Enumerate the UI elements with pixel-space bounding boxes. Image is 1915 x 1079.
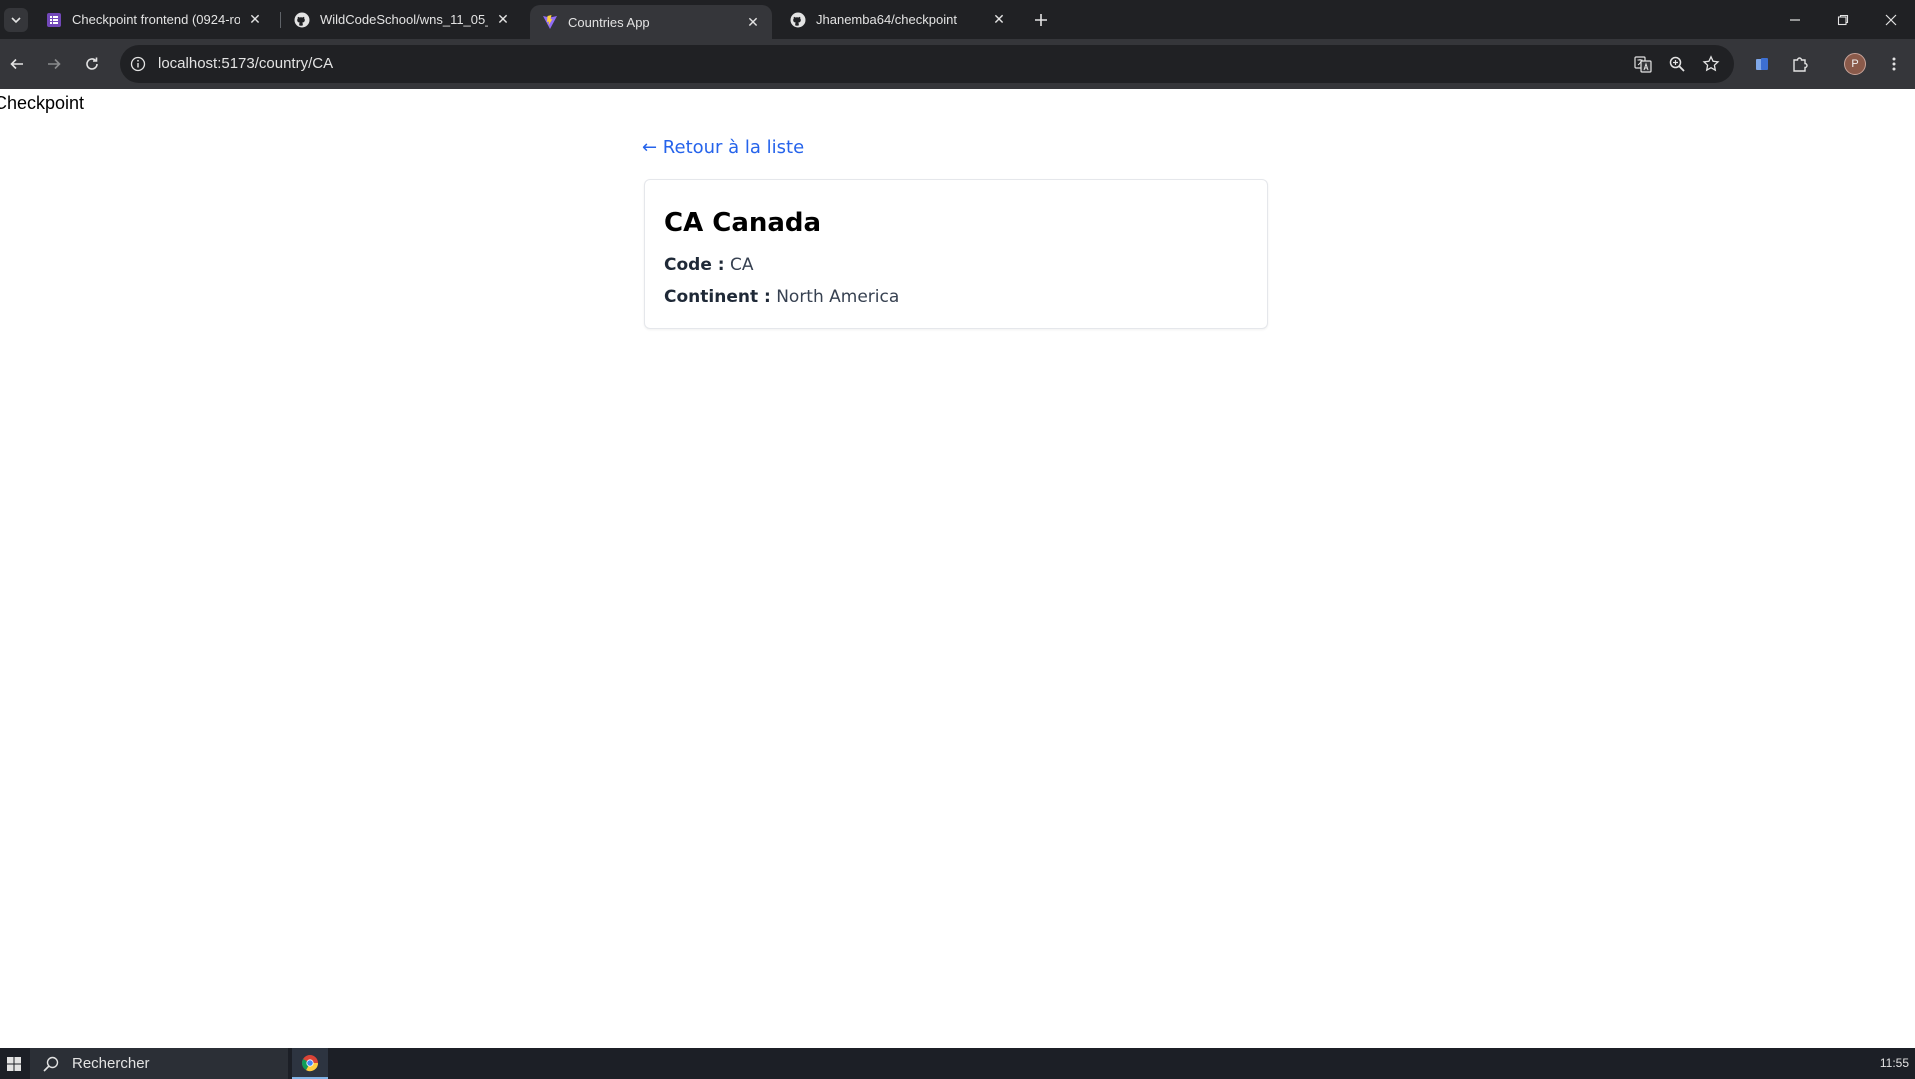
tab-jhanemba64-checkpoint[interactable]: Jhanemba64/checkpoint ✕ bbox=[778, 0, 1018, 39]
forward-button[interactable] bbox=[41, 51, 67, 77]
new-tab-button[interactable] bbox=[1030, 9, 1052, 31]
continent-label: Continent : bbox=[664, 287, 771, 307]
code-value: CA bbox=[729, 255, 754, 275]
menu-icon[interactable] bbox=[1883, 53, 1905, 75]
continent-value: North America bbox=[776, 287, 900, 307]
translate-icon[interactable] bbox=[1634, 55, 1652, 73]
tab-title: Jhanemba64/checkpoint bbox=[816, 12, 957, 27]
close-icon[interactable]: ✕ bbox=[246, 11, 264, 29]
app-header: Checkpoint bbox=[0, 93, 85, 113]
close-window-button[interactable] bbox=[1868, 0, 1914, 39]
back-to-list-link[interactable]: ← Retour à la liste bbox=[642, 137, 804, 158]
search-placeholder: Rechercher bbox=[72, 1055, 150, 1072]
extension-icon[interactable] bbox=[1751, 53, 1773, 75]
browser-tabstrip: Checkpoint frontend (0924-rou ✕ WildCode… bbox=[0, 0, 1915, 39]
close-icon[interactable]: ✕ bbox=[494, 11, 512, 29]
restore-icon bbox=[1837, 14, 1849, 25]
close-icon bbox=[1885, 14, 1897, 25]
tab-wildcodeschool[interactable]: WildCodeSchool/wns_11_05_20 ✕ bbox=[282, 0, 522, 39]
arrow-left-icon bbox=[10, 58, 23, 70]
restore-button[interactable] bbox=[1820, 0, 1866, 39]
info-icon[interactable] bbox=[130, 56, 146, 72]
minimize-button[interactable] bbox=[1772, 0, 1818, 39]
chevron-down-icon bbox=[11, 17, 21, 24]
windows-icon bbox=[7, 1056, 21, 1071]
page-viewport: Checkpoint ← Retour à la liste CA Canada… bbox=[0, 89, 1915, 1048]
taskbar: Rechercher 11:55 bbox=[0, 1048, 1915, 1079]
start-button[interactable] bbox=[0, 1048, 28, 1079]
forms-icon bbox=[46, 12, 62, 28]
profile-avatar[interactable]: P bbox=[1844, 53, 1866, 75]
address-bar[interactable]: localhost:5173/country/CA bbox=[120, 45, 1734, 83]
code-label: Code : bbox=[664, 255, 725, 275]
chrome-icon bbox=[301, 1054, 319, 1071]
tab-separator bbox=[280, 12, 281, 28]
tab-title: Checkpoint frontend (0924-rou bbox=[72, 12, 240, 27]
url-text[interactable]: localhost:5173/country/CA bbox=[158, 55, 333, 72]
tab-search-button[interactable] bbox=[4, 8, 28, 32]
tab-title: WildCodeSchool/wns_11_05_20 bbox=[320, 12, 488, 27]
star-icon[interactable] bbox=[1702, 55, 1720, 73]
search-icon bbox=[43, 1056, 59, 1072]
plus-icon bbox=[1035, 14, 1047, 26]
taskbar-clock: 11:55 bbox=[1879, 1056, 1909, 1070]
country-continent-row: Continent : North America bbox=[664, 287, 899, 307]
reload-icon bbox=[86, 57, 98, 70]
github-icon bbox=[294, 12, 310, 28]
puzzle-icon[interactable] bbox=[1789, 53, 1811, 75]
minimize-icon bbox=[1790, 18, 1800, 21]
country-title: CA Canada bbox=[664, 208, 822, 238]
country-code-row: Code : CA bbox=[664, 255, 753, 275]
reload-button[interactable] bbox=[79, 51, 105, 77]
github-icon bbox=[790, 12, 806, 28]
zoom-icon[interactable] bbox=[1668, 55, 1686, 73]
country-card: CA Canada Code : CA Continent : North Am… bbox=[644, 179, 1268, 329]
close-icon[interactable]: ✕ bbox=[990, 11, 1008, 29]
arrow-right-icon bbox=[48, 58, 61, 70]
browser-toolbar: localhost:5173/country/CA P bbox=[0, 39, 1915, 89]
close-icon[interactable]: ✕ bbox=[744, 13, 762, 31]
tab-checkpoint-frontend[interactable]: Checkpoint frontend (0924-rou ✕ bbox=[34, 0, 274, 39]
back-button[interactable] bbox=[4, 51, 30, 77]
taskbar-chrome-app[interactable] bbox=[292, 1048, 328, 1079]
taskbar-search[interactable]: Rechercher bbox=[30, 1048, 288, 1079]
tab-countries-app[interactable]: Countries App ✕ bbox=[530, 5, 772, 39]
vite-icon bbox=[542, 14, 558, 30]
tab-title: Countries App bbox=[568, 14, 650, 30]
